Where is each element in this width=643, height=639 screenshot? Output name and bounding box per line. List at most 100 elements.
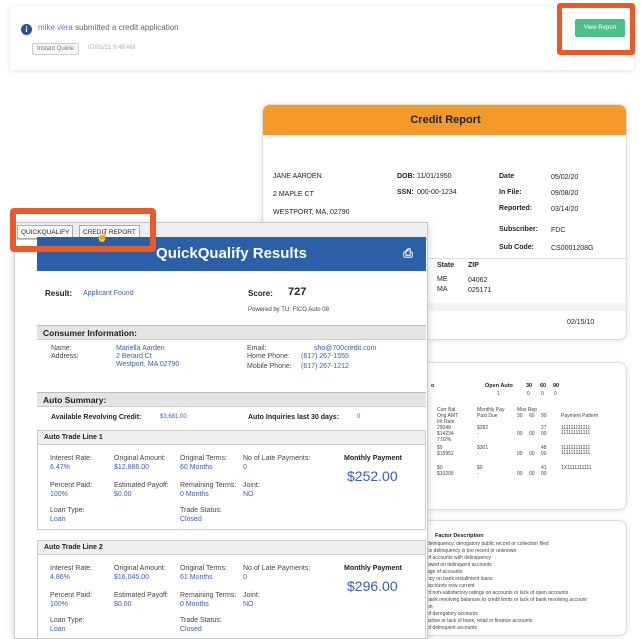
cursor-hand-icon: ☝ [96, 232, 109, 243]
factor-line: bank revolving balances to credit limits… [427, 597, 587, 603]
home-phone-value: (617) 267-1555 [301, 353, 349, 360]
zip-header: ZIP [468, 262, 479, 269]
row-int-rate: 7.02% [437, 437, 452, 443]
v90-value: 0 [554, 391, 557, 397]
row-orig-amt: $15952 [437, 451, 454, 457]
result-label: Result: [45, 289, 73, 298]
row-30: 00 [517, 431, 523, 437]
auto-inq-label: Auto Inquiries last 30 days: [248, 414, 340, 421]
consumer-name: JANE AARDEN [273, 173, 322, 180]
factor-line: age of accounts [427, 569, 463, 575]
qq-title: QuickQualify Results [156, 245, 307, 262]
row-30: 00 [517, 471, 523, 477]
est-payoff-label: Estimated Payoff: [114, 482, 169, 489]
est-payoff-value: $0.00 [114, 491, 132, 498]
divider [429, 258, 626, 259]
joint-value: NO [243, 601, 254, 608]
h-90: 90 [541, 413, 547, 419]
joint-label: Joint: [243, 482, 260, 489]
rem-terms-value: 0 Months [180, 601, 209, 608]
email-value[interactable]: sho@700credit.com [314, 345, 376, 352]
monthly-payment-label: Monthly Payment [344, 565, 402, 572]
orig-terms-value: 61 Months [180, 574, 213, 581]
orig-amt-value: $16,045.00 [114, 574, 150, 581]
credit-report-title: Credit Report [263, 105, 626, 135]
col-90: 90 [553, 383, 560, 389]
dob-label: DOB: [397, 173, 415, 180]
factor-line: accounts now current [427, 583, 475, 589]
auto-section-head: Auto Summary: [37, 392, 426, 407]
pct-paid-value: 100% [50, 491, 68, 498]
loan-type-label: Loan Type: [50, 507, 85, 514]
view-report-button[interactable]: View Report [575, 19, 625, 37]
info-icon: i [21, 24, 32, 35]
ssn-label: SSN: [397, 189, 414, 196]
orig-amt-label: Original Amount: [114, 455, 166, 462]
row-90: 00 [541, 451, 547, 457]
loan-type-label: Loan Type: [50, 617, 85, 624]
dob-value: 11/01/1950 [417, 173, 452, 180]
factor-card: Factor Description delinquency, derogato… [418, 520, 627, 636]
mobile-phone-value: (617) 267-1212 [301, 363, 349, 370]
zip-2: 025171 [468, 287, 492, 294]
row-orig-amt: $10205 [437, 471, 454, 477]
pct-paid-value: 100% [50, 601, 68, 608]
factor-line: owed on delinquent accounts [427, 562, 492, 568]
trade-status-value: Closed [180, 516, 202, 523]
state-2: MA [437, 286, 448, 293]
home-phone-label: Home Phone: [247, 353, 290, 360]
joint-label: Joint: [243, 592, 260, 599]
notification-user-link[interactable]: mike vera [38, 23, 73, 32]
monthly-payment-label: Monthly Payment [344, 455, 402, 462]
est-payoff-label: Estimated Payoff: [114, 592, 169, 599]
subcode-label: Sub Code: [499, 244, 534, 251]
int-rate-label: Interest Rate: [50, 455, 93, 462]
late-payments-value: 0 [243, 574, 247, 581]
orig-terms-label: Original Terms: [180, 455, 227, 462]
consumer-address2: WESTPORT, MA, 02790 [273, 209, 350, 216]
factor-line: of non-satisfactory ratings on accounts … [427, 590, 569, 596]
ssn-value: 000-00-1234 [417, 189, 457, 196]
subscriber-value: FDC [551, 227, 566, 234]
address-line2: Westport, MA 02790 [116, 361, 180, 368]
orig-amt-value: $12,886.00 [114, 464, 150, 471]
monthly-payment-value: $252.00 [347, 468, 398, 484]
loan-type-value: Loan [50, 626, 66, 633]
row-band [429, 303, 626, 311]
state-header: State [437, 262, 455, 269]
h-60: 60 [529, 413, 535, 419]
h-past-due: Past Due [477, 413, 498, 419]
col-o: o [431, 383, 435, 389]
result-value: Applicant Found [83, 290, 134, 297]
col-open-auto: Open Auto [485, 383, 513, 389]
row-90: 00 [541, 471, 547, 477]
joint-value: NO [243, 491, 254, 498]
factor-line: ce delinquency is too recent or unknown [427, 548, 517, 554]
zip-1: 04062 [468, 277, 488, 284]
consumer-address1: 2 MAPLE CT [273, 191, 314, 198]
address-line1: 2 Berard Ct [116, 353, 152, 360]
print-icon[interactable]: ⎙ [400, 245, 416, 261]
notification-time: 07/01/21 9:49 AM [88, 45, 136, 51]
row-past-due: - [477, 471, 479, 477]
trade-status-value: Closed [180, 626, 202, 633]
trade-line-2: Auto Trade Line 2 Interest Rate: 4.86% O… [37, 540, 426, 638]
est-payoff-value: $0.00 [114, 601, 132, 608]
name-label: Name: [51, 345, 72, 352]
row-past-due: - [477, 431, 479, 437]
int-rate-label: Interest Rate: [50, 565, 93, 572]
tradeline-card: o Open Auto 30 60 90 1 0 0 0 Curr Bal Or… [418, 362, 627, 510]
factor-line: delinquency, derogatory public record or… [427, 541, 549, 547]
int-rate-value: 6.47% [50, 464, 70, 471]
subscriber-label: Subscriber: [499, 226, 538, 233]
int-rate-value: 4.86% [50, 574, 70, 581]
rem-terms-value: 0 Months [180, 491, 209, 498]
trade-line-title: Auto Trade Line 2 [38, 541, 425, 555]
state-1: ME [437, 276, 448, 283]
h-30: 30 [517, 413, 523, 419]
infile-label: In File: [499, 189, 522, 196]
orig-terms-label: Original Terms: [180, 565, 227, 572]
row-60: 00 [529, 451, 535, 457]
row-30: 00 [517, 451, 523, 457]
factor-line: of derogatory accounts [427, 611, 478, 617]
